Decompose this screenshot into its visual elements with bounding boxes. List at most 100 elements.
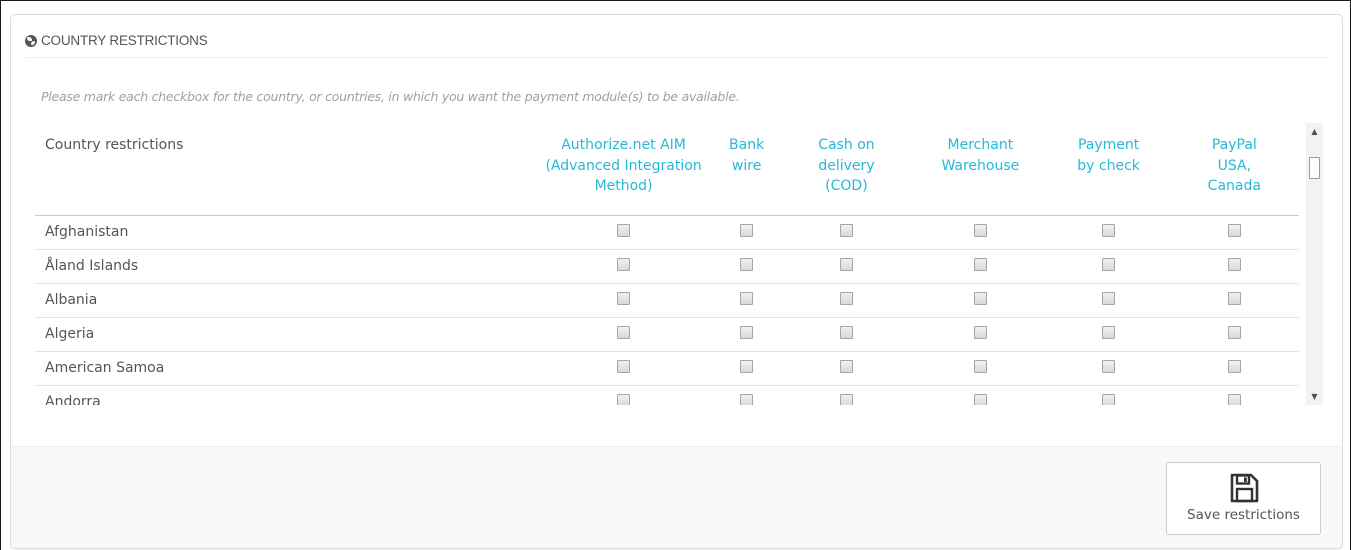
module-country-checkbox[interactable]: [973, 393, 987, 405]
module-country-checkbox[interactable]: [740, 325, 754, 339]
table-row: Andorra: [35, 385, 1299, 405]
checkbox-cell: [533, 283, 714, 318]
module-header-line: Bank: [729, 137, 765, 153]
checkbox-cell: [1169, 317, 1299, 352]
column-header-module[interactable]: Merchant Warehouse: [913, 123, 1048, 216]
module-country-checkbox[interactable]: [1102, 223, 1116, 237]
screenshot-frame: COUNTRY RESTRICTIONS Please mark each ch…: [0, 0, 1351, 550]
module-country-checkbox[interactable]: [1227, 257, 1241, 271]
module-country-checkbox[interactable]: [1227, 291, 1241, 305]
checkbox-cell: [779, 317, 914, 352]
checkbox-cell: [913, 351, 1048, 386]
module-header-line: Cash on: [818, 137, 875, 153]
checkbox-cell: [913, 215, 1048, 250]
table-row: American Samoa: [35, 351, 1299, 386]
module-country-checkbox[interactable]: [839, 359, 853, 373]
module-country-checkbox[interactable]: [839, 291, 853, 305]
save-restrictions-button[interactable]: Save restrictions: [1166, 462, 1321, 535]
table-header-row: Country restrictions Authorize.net AIM (…: [35, 123, 1299, 216]
module-country-checkbox[interactable]: [617, 393, 631, 405]
checkbox-cell: [533, 385, 714, 405]
checkbox-cell: [913, 385, 1048, 405]
panel-footer: Save restrictions: [11, 446, 1342, 548]
module-header-line: Authorize.net AIM: [561, 137, 686, 153]
checkbox-cell: [913, 283, 1048, 318]
checkbox-cell: [1169, 215, 1299, 250]
panel-title: COUNTRY RESTRICTIONS: [41, 33, 208, 48]
module-country-checkbox[interactable]: [1227, 223, 1241, 237]
vertical-scrollbar[interactable]: ▲ ▼: [1306, 123, 1323, 405]
restrictions-table: Country restrictions Authorize.net AIM (…: [35, 123, 1299, 405]
module-header-line: Method): [594, 178, 653, 194]
module-country-checkbox[interactable]: [617, 257, 631, 271]
module-country-checkbox[interactable]: [1102, 393, 1116, 405]
module-header-line: Merchant: [947, 137, 1014, 153]
module-country-checkbox[interactable]: [839, 223, 853, 237]
module-country-checkbox[interactable]: [1102, 325, 1116, 339]
module-country-checkbox[interactable]: [740, 393, 754, 405]
module-country-checkbox[interactable]: [973, 257, 987, 271]
module-header-line: Payment: [1077, 137, 1140, 153]
checkbox-cell: [713, 317, 780, 352]
scroll-up-arrow-icon[interactable]: ▲: [1306, 123, 1323, 140]
table-row: Afghanistan: [35, 215, 1299, 250]
checkbox-cell: [913, 317, 1048, 352]
scroll-down-arrow-icon[interactable]: ▼: [1306, 388, 1323, 405]
module-country-checkbox[interactable]: [1102, 257, 1116, 271]
country-name: Andorra: [35, 385, 534, 405]
table-row: Albania: [35, 283, 1299, 318]
module-country-checkbox[interactable]: [1102, 291, 1116, 305]
module-country-checkbox[interactable]: [973, 325, 987, 339]
module-country-checkbox[interactable]: [839, 257, 853, 271]
module-country-checkbox[interactable]: [617, 325, 631, 339]
help-text: Please mark each checkbox for the countr…: [41, 89, 740, 104]
module-header-line: by check: [1077, 157, 1140, 174]
module-country-checkbox[interactable]: [617, 223, 631, 237]
column-header-module[interactable]: Payment by check: [1047, 123, 1170, 216]
module-country-checkbox[interactable]: [1227, 393, 1241, 405]
module-header-line: (Advanced Integration: [545, 157, 702, 174]
module-country-checkbox[interactable]: [740, 257, 754, 271]
checkbox-cell: [713, 283, 780, 318]
checkbox-cell: [1047, 249, 1170, 284]
checkbox-cell: [1169, 351, 1299, 386]
restrictions-table-scroll[interactable]: Country restrictions Authorize.net AIM (…: [35, 123, 1323, 405]
module-country-checkbox[interactable]: [740, 291, 754, 305]
module-country-checkbox[interactable]: [1102, 359, 1116, 373]
module-country-checkbox[interactable]: [973, 223, 987, 237]
module-country-checkbox[interactable]: [973, 359, 987, 373]
checkbox-cell: [1169, 249, 1299, 284]
globe-icon: [25, 34, 37, 47]
column-header-module[interactable]: PayPal USA, Canada: [1169, 123, 1299, 216]
checkbox-cell: [713, 215, 780, 250]
table-row: Algeria: [35, 317, 1299, 352]
checkbox-cell: [533, 249, 714, 284]
checkbox-cell: [1047, 317, 1170, 352]
country-name: American Samoa: [35, 351, 534, 386]
module-country-checkbox[interactable]: [973, 291, 987, 305]
checkbox-cell: [1047, 351, 1170, 386]
column-header-module[interactable]: Bank wire: [713, 123, 780, 216]
checkbox-cell: [533, 351, 714, 386]
module-country-checkbox[interactable]: [617, 359, 631, 373]
module-country-checkbox[interactable]: [839, 393, 853, 405]
checkbox-cell: [533, 215, 714, 250]
column-header-module[interactable]: Authorize.net AIM (Advanced Integration …: [533, 123, 714, 216]
column-header-module[interactable]: Cash on delivery (COD): [779, 123, 914, 216]
module-header-line: (COD): [825, 178, 868, 194]
floppy-disk-icon: [1230, 473, 1259, 503]
country-name: Afghanistan: [35, 215, 534, 250]
module-country-checkbox[interactable]: [839, 325, 853, 339]
module-country-checkbox[interactable]: [1227, 359, 1241, 373]
checkbox-cell: [1047, 215, 1170, 250]
module-country-checkbox[interactable]: [740, 223, 754, 237]
module-country-checkbox[interactable]: [617, 291, 631, 305]
checkbox-cell: [779, 385, 914, 405]
column-header-country: Country restrictions: [35, 123, 534, 216]
checkbox-cell: [1047, 385, 1170, 405]
module-country-checkbox[interactable]: [740, 359, 754, 373]
module-country-checkbox[interactable]: [1227, 325, 1241, 339]
module-header-line: wire: [731, 157, 762, 174]
country-restrictions-panel: COUNTRY RESTRICTIONS Please mark each ch…: [10, 14, 1343, 549]
scrollbar-thumb[interactable]: [1309, 157, 1320, 179]
